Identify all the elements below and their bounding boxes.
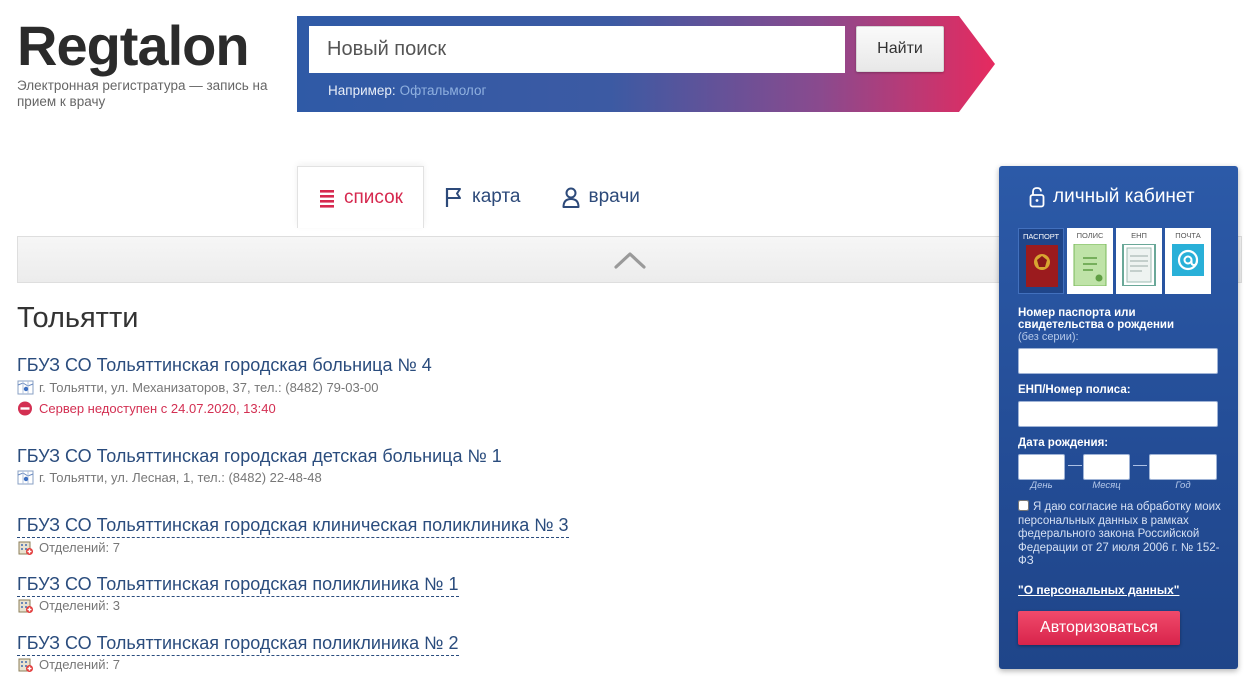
consent-block: Я даю согласие на обработку моих персона… [1018, 500, 1223, 569]
doc-tab-label: ПОЛИС [1076, 231, 1104, 240]
search-example: Например: Офтальмолог [328, 83, 486, 98]
map-icon [17, 470, 34, 485]
site-tagline: Электронная регистратура — запись на при… [17, 78, 268, 109]
passport-field-hint: (без серии): [1018, 331, 1079, 343]
lock-icon [1029, 187, 1045, 208]
search-input[interactable] [309, 26, 845, 73]
department-count-text: Отделений: 3 [39, 598, 120, 613]
clinic-address-text: г. Тольятти, ул. Лесная, 1, тел.: (8482)… [39, 470, 322, 485]
passport-icon [1026, 245, 1058, 287]
tab-doctors-label: врачи [588, 186, 640, 207]
department-count: Отделений: 3 [17, 597, 120, 614]
cabinet-title-text: личный кабинет [1053, 186, 1195, 207]
department-count: Отделений: 7 [17, 539, 120, 556]
department-count-text: Отделений: 7 [39, 540, 120, 555]
server-status: Сервер недоступен с 24.07.2020, 13:40 [17, 400, 276, 417]
clinic-title[interactable]: ГБУЗ СО Тольяттинская городская поликлин… [17, 574, 459, 597]
server-status-text: Сервер недоступен с 24.07.2020, 13:40 [39, 401, 276, 416]
personal-data-link[interactable]: "О персональных данных" [1018, 583, 1179, 597]
list-icon [320, 189, 334, 208]
clinic-title[interactable]: ГБУЗ СО Тольяттинская городская детская … [17, 446, 502, 467]
search-example-link[interactable]: Офтальмолог [400, 83, 487, 98]
doc-tab-label: ЕНП [1131, 231, 1147, 240]
dob-day-caption: День [1030, 480, 1053, 491]
tab-map[interactable]: карта [424, 166, 541, 228]
enp-icon [1122, 244, 1156, 286]
department-count-text: Отделений: 7 [39, 657, 120, 672]
date-separator: — [1068, 456, 1082, 472]
doc-tab-label: ПАСПОРТ [1022, 232, 1060, 241]
person-icon [562, 187, 580, 208]
policy-field-label: ЕНП/Номер полиса: [1018, 384, 1131, 396]
authorize-button[interactable]: Авторизоваться [1018, 611, 1180, 645]
clinic-title[interactable]: ГБУЗ СО Тольяттинская городская больница… [17, 355, 432, 376]
consent-checkbox[interactable] [1018, 500, 1029, 511]
doc-tab-label: ПОЧТА [1175, 231, 1201, 240]
search-banner: Найти Например: Офтальмолог [297, 16, 995, 112]
view-tabs: список карта врачи [297, 166, 660, 228]
passport-number-input[interactable] [1018, 348, 1218, 374]
dob-year-input[interactable] [1149, 454, 1217, 480]
policy-icon [1073, 244, 1107, 286]
clinic-address: г. Тольятти, ул. Механизаторов, 37, тел.… [17, 379, 378, 396]
dob-month-input[interactable] [1083, 454, 1130, 480]
flag-icon [445, 188, 461, 207]
policy-number-input[interactable] [1018, 401, 1218, 427]
dob-month-caption: Месяц [1092, 480, 1121, 491]
clinic-title[interactable]: ГБУЗ СО Тольяттинская городская клиничес… [17, 515, 569, 538]
clinic-address: г. Тольятти, ул. Лесная, 1, тел.: (8482)… [17, 469, 322, 486]
clinic-title[interactable]: ГБУЗ СО Тольяттинская городская поликлин… [17, 633, 459, 656]
search-example-label: Например: [328, 83, 396, 98]
map-icon [17, 380, 34, 395]
city-heading: Тольятти [17, 302, 139, 334]
chevron-up-icon [613, 251, 646, 269]
tab-list-label: список [344, 186, 403, 208]
tab-doctors[interactable]: врачи [541, 166, 660, 228]
hospital-icon [18, 541, 33, 555]
search-button[interactable]: Найти [856, 26, 944, 72]
tab-list[interactable]: список [297, 166, 424, 228]
department-count: Отделений: 7 [17, 656, 120, 673]
clinic-address-text: г. Тольятти, ул. Механизаторов, 37, тел.… [39, 380, 379, 395]
passport-field-label: Номер паспорта или свидетельства о рожде… [1018, 307, 1175, 331]
consent-text: Я даю согласие на обработку моих персона… [1018, 501, 1221, 567]
doc-tab-email[interactable]: ПОЧТА [1165, 228, 1211, 294]
tab-map-label: карта [472, 186, 521, 207]
doc-tab-enp[interactable]: ЕНП [1116, 228, 1162, 294]
dob-field-label: Дата рождения: [1018, 437, 1109, 449]
personal-cabinet-panel: личный кабинет ПАСПОРТ ПОЛИС ЕНП ПОЧТА Н… [999, 166, 1238, 669]
doc-tab-policy[interactable]: ПОЛИС [1067, 228, 1113, 294]
dob-day-input[interactable] [1018, 454, 1065, 480]
error-icon [18, 401, 32, 416]
hospital-icon [18, 599, 33, 613]
cabinet-title: личный кабинет [1029, 186, 1195, 208]
email-icon [1172, 244, 1204, 276]
dob-year-caption: Год [1175, 480, 1191, 491]
date-separator: — [1133, 456, 1147, 472]
hospital-icon [18, 658, 33, 672]
doc-tab-passport[interactable]: ПАСПОРТ [1018, 228, 1064, 294]
document-type-tabs: ПАСПОРТ ПОЛИС ЕНП ПОЧТА [1018, 228, 1214, 294]
site-logo[interactable]: Regtalon [17, 14, 250, 78]
